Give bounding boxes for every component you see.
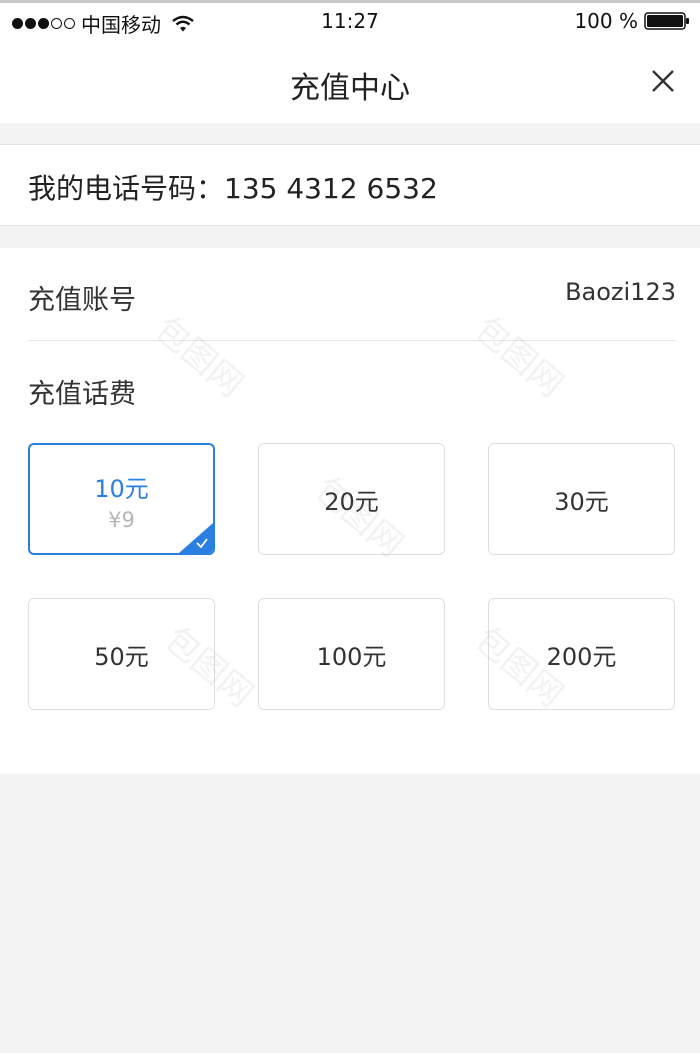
status-right: 100 % — [574, 9, 690, 33]
option-amount: 20元 — [324, 487, 379, 516]
close-icon[interactable] — [646, 64, 680, 98]
option-10[interactable]: 10元 ¥9 — [28, 443, 215, 555]
option-amount: 30元 — [554, 487, 609, 516]
option-price: ¥9 — [108, 507, 135, 532]
check-icon — [196, 538, 208, 549]
recharge-label: 充值话费 — [28, 379, 136, 410]
option-amount: 10元 — [94, 474, 149, 503]
account-row[interactable]: 充值账号 Baozi123 — [28, 248, 676, 341]
option-50[interactable]: 50元 — [28, 598, 215, 710]
page-title: 充值中心 — [290, 71, 410, 106]
nav-bar: 充值中心 — [0, 43, 700, 123]
phone-number-section: 我的电话号码：135 4312 6532 — [0, 144, 700, 226]
option-20[interactable]: 20元 — [258, 443, 445, 555]
phone-label: 我的电话号码： — [28, 172, 225, 205]
recharge-card: 充值账号 Baozi123 充值话费 10元 ¥9 20元 30元 50元 10… — [0, 248, 700, 774]
option-200[interactable]: 200元 — [488, 598, 675, 710]
account-value: Baozi123 — [565, 278, 676, 306]
phone-number: 135 4312 6532 — [224, 172, 438, 205]
option-amount: 50元 — [94, 642, 149, 671]
battery-icon — [644, 12, 689, 30]
option-amount: 200元 — [546, 642, 617, 671]
battery-percent: 100 % — [574, 9, 638, 33]
option-amount: 100元 — [316, 642, 387, 671]
status-bar: 中国移动 11:27 100 % — [0, 3, 700, 43]
option-30[interactable]: 30元 — [488, 443, 675, 555]
option-100[interactable]: 100元 — [258, 598, 445, 710]
account-label: 充值账号 — [28, 285, 136, 316]
phone-number-row: 我的电话号码：135 4312 6532 — [28, 167, 438, 207]
